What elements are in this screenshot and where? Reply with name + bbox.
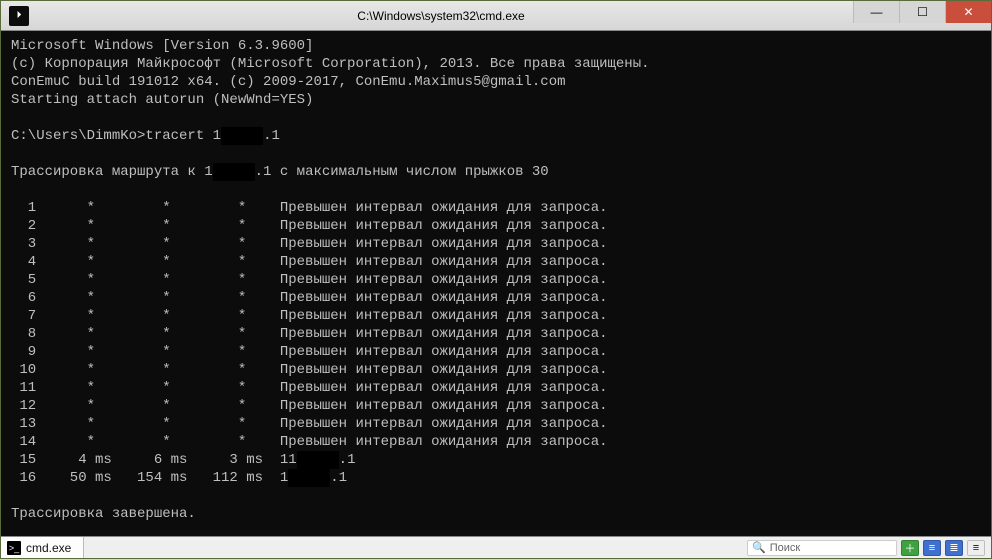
app-icon: ⏵ [9,6,29,26]
redacted-text [221,127,263,145]
redacted-text [213,163,255,181]
search-input[interactable]: 🔍 Поиск [747,540,897,556]
tab-label: cmd.exe [26,541,71,555]
banner-line: ConEmuC build 191012 x64. (c) 2009-2017,… [11,74,566,90]
command-text: .1 [263,128,280,144]
new-tab-button[interactable]: ＋ [901,540,919,556]
menu-button[interactable]: ≡ [967,540,985,556]
console-icon: >_ [7,541,21,555]
window-title: C:\Windows\system32\cmd.exe [29,9,853,23]
window-controls: — ☐ ✕ [853,1,991,30]
trace-header: Трассировка маршрута к 1 [11,164,213,180]
banner-line: Microsoft Windows [Version 6.3.9600] [11,38,313,54]
tab-cmd[interactable]: >_ cmd.exe [1,537,84,558]
minimize-button[interactable]: — [853,1,899,23]
trace-header: .1 с максимальным числом прыжков 30 [255,164,549,180]
hops-list: 1 * * * Превышен интервал ожидания для з… [11,200,608,486]
maximize-button[interactable]: ☐ [899,1,945,23]
trace-done: Трассировка завершена. [11,506,196,522]
banner-line: Starting attach autorun (NewWnd=YES) [11,92,313,108]
toolbar-button[interactable]: ≣ [945,540,963,556]
banner-line: (c) Корпорация Майкрософт (Microsoft Cor… [11,56,650,72]
search-icon: 🔍 [752,541,766,554]
command-text: tracert 1 [145,128,221,144]
toolbar-button[interactable]: ≡ [923,540,941,556]
app-window: ⏵ C:\Windows\system32\cmd.exe — ☐ ✕ Micr… [0,0,992,559]
search-placeholder: Поиск [770,542,800,554]
tabbar: >_ cmd.exe 🔍 Поиск ＋ ≡ ≣ ≡ [1,536,991,558]
tabbar-toolbar: 🔍 Поиск ＋ ≡ ≣ ≡ [747,537,991,558]
terminal-output[interactable]: Microsoft Windows [Version 6.3.9600] (c)… [1,31,991,536]
titlebar[interactable]: ⏵ C:\Windows\system32\cmd.exe — ☐ ✕ [1,1,991,31]
prompt: C:\Users\DimmKo> [11,128,145,144]
close-button[interactable]: ✕ [945,1,991,23]
